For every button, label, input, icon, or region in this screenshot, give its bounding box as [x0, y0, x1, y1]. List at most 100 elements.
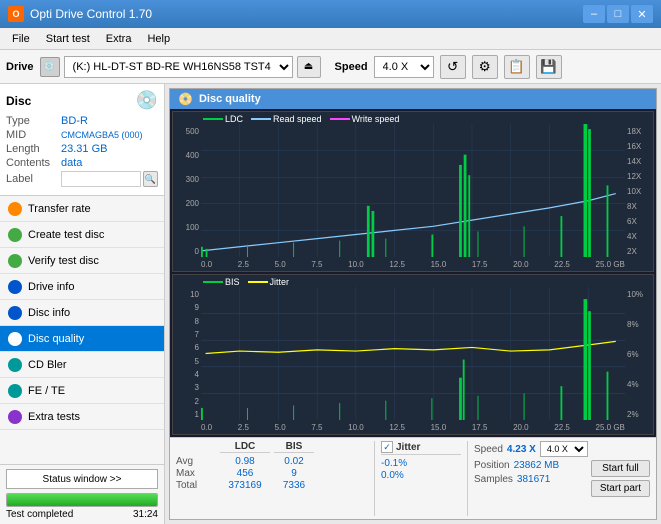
settings-button[interactable]: ⚙: [472, 55, 498, 79]
chart1-y-axis-left: 5004003002001000: [173, 127, 201, 256]
disc-section-label: Disc: [6, 94, 31, 108]
disc-quality-label: Disc quality: [28, 333, 84, 345]
disc-quality-header: 📀 Disc quality: [170, 89, 656, 109]
progress-bar-fill: [7, 494, 157, 506]
type-value: BD-R: [61, 115, 88, 127]
transfer-rate-label: Transfer rate: [28, 203, 91, 215]
speed-stat-select[interactable]: 4.0 X: [540, 441, 588, 457]
stats-panel: LDC BIS Avg 0.98 0.02 Max 456 9: [170, 437, 656, 519]
disc-quality-panel: 📀 Disc quality LDC Read speed: [169, 88, 657, 520]
copy-button[interactable]: 📋: [504, 55, 530, 79]
disc-quality-icon: [8, 332, 22, 346]
extra-tests-icon: [8, 410, 22, 424]
legend-jitter: Jitter: [270, 277, 290, 287]
start-part-button[interactable]: Start part: [591, 480, 650, 497]
title-bar: O Opti Drive Control 1.70 – □ ✕: [0, 0, 661, 28]
contents-value: data: [61, 157, 82, 169]
chart2-y-axis-left: 10987654321: [173, 290, 201, 419]
chart1-legend: LDC Read speed Write speed: [203, 114, 399, 124]
status-window-button[interactable]: Status window >>: [6, 469, 158, 489]
chart1-y-axis-right: 18X16X14X12X10X8X6X4X2X: [625, 127, 653, 256]
sidebar-item-extra-tests[interactable]: Extra tests: [0, 404, 164, 430]
charts-area: LDC Read speed Write speed 5004003002001…: [170, 109, 656, 437]
label-input[interactable]: [61, 171, 141, 187]
create-test-disc-icon: [8, 228, 22, 242]
menu-bar: File Start test Extra Help: [0, 28, 661, 50]
disc-panel: Disc 💿 Type BD-R MID CMCMAGBA5 (000) Len…: [0, 84, 164, 196]
mid-label: MID: [6, 129, 61, 141]
close-button[interactable]: ✕: [631, 5, 653, 23]
mid-value: CMCMAGBA5 (000): [61, 130, 143, 140]
drive-info-icon: [8, 280, 22, 294]
chart1-svg: [201, 124, 625, 257]
avg-bis: 0.02: [274, 456, 314, 467]
disc-panel-icon: 💿: [136, 90, 158, 111]
speed-label: Speed: [335, 61, 368, 73]
drive-dropdown[interactable]: (K:) HL-DT-ST BD-RE WH16NS58 TST4: [64, 56, 293, 78]
drive-info-label: Drive info: [28, 281, 74, 293]
avg-row-label: Avg: [176, 456, 216, 467]
speed-dropdown[interactable]: 4.0 X: [374, 56, 434, 78]
cd-bler-label: CD Bler: [28, 359, 67, 371]
chart-bis: BIS Jitter 10987654321 10%8%6%4%2%: [172, 274, 654, 435]
sidebar-item-drive-info[interactable]: Drive info: [0, 274, 164, 300]
label-label: Label: [6, 173, 61, 185]
length-label: Length: [6, 143, 61, 155]
fe-te-label: FE / TE: [28, 385, 65, 397]
maximize-button[interactable]: □: [607, 5, 629, 23]
chart-ldc: LDC Read speed Write speed 5004003002001…: [172, 111, 654, 272]
extra-tests-label: Extra tests: [28, 411, 80, 423]
jitter-header: Jitter: [396, 442, 420, 453]
speed-stat-value: 4.23 X: [507, 444, 536, 455]
chart2-y-axis-right: 10%8%6%4%2%: [625, 290, 653, 419]
position-label: Position: [474, 460, 510, 471]
max-row-label: Max: [176, 468, 216, 479]
chart1-plot: [201, 124, 625, 257]
content-area: 📀 Disc quality LDC Read speed: [165, 84, 661, 524]
eject-button[interactable]: ⏏: [297, 56, 321, 78]
sidebar-item-disc-quality[interactable]: Disc quality: [0, 326, 164, 352]
verify-test-disc-icon: [8, 254, 22, 268]
samples-label: Samples: [474, 474, 513, 485]
length-value: 23.31 GB: [61, 143, 107, 155]
bis-header: BIS: [274, 441, 314, 453]
menu-file[interactable]: File: [4, 31, 38, 47]
chart2-legend: BIS Jitter: [203, 277, 289, 287]
sidebar-item-create-test-disc[interactable]: Create test disc: [0, 222, 164, 248]
toolbar: Drive 💿 (K:) HL-DT-ST BD-RE WH16NS58 TST…: [0, 50, 661, 84]
jitter-checkbox[interactable]: ✓: [381, 441, 393, 453]
stats-buttons: Start full Start part: [591, 441, 650, 516]
chart2-x-axis: 0.02.55.07.510.012.515.017.520.022.525.0…: [201, 423, 625, 432]
type-label: Type: [6, 115, 61, 127]
status-text: Test completed: [6, 509, 73, 520]
create-test-disc-label: Create test disc: [28, 229, 104, 241]
menu-extra[interactable]: Extra: [98, 31, 140, 47]
start-full-button[interactable]: Start full: [591, 460, 650, 477]
legend-bis: BIS: [225, 277, 240, 287]
menu-start-test[interactable]: Start test: [38, 31, 98, 47]
speed-stat-label: Speed: [474, 444, 503, 455]
sidebar-item-disc-info[interactable]: Disc info: [0, 300, 164, 326]
verify-test-disc-label: Verify test disc: [28, 255, 99, 267]
main-layout: Disc 💿 Type BD-R MID CMCMAGBA5 (000) Len…: [0, 84, 661, 524]
minimize-button[interactable]: –: [583, 5, 605, 23]
chart1-x-axis: 0.02.55.07.510.012.515.017.520.022.525.0…: [201, 260, 625, 269]
sidebar-item-cd-bler[interactable]: CD Bler: [0, 352, 164, 378]
sidebar-item-transfer-rate[interactable]: Transfer rate: [0, 196, 164, 222]
refresh-button[interactable]: ↺: [440, 55, 466, 79]
sidebar: Disc 💿 Type BD-R MID CMCMAGBA5 (000) Len…: [0, 84, 165, 524]
total-ldc: 373169: [220, 480, 270, 491]
sidebar-item-verify-test-disc[interactable]: Verify test disc: [0, 248, 164, 274]
drive-selector: 💿 (K:) HL-DT-ST BD-RE WH16NS58 TST4 ⏏: [40, 56, 321, 78]
save-button[interactable]: 💾: [536, 55, 562, 79]
samples-value: 381671: [517, 474, 550, 485]
max-jitter: 0.0%: [381, 470, 461, 481]
disc-quality-header-icon: 📀: [178, 92, 193, 106]
progress-bar: [6, 493, 158, 507]
menu-help[interactable]: Help: [139, 31, 178, 47]
drive-label: Drive: [6, 61, 34, 73]
label-browse-button[interactable]: 🔍: [143, 171, 158, 187]
legend-ldc: LDC: [225, 114, 243, 124]
drive-icon: 💿: [40, 57, 60, 77]
sidebar-item-fe-te[interactable]: FE / TE: [0, 378, 164, 404]
